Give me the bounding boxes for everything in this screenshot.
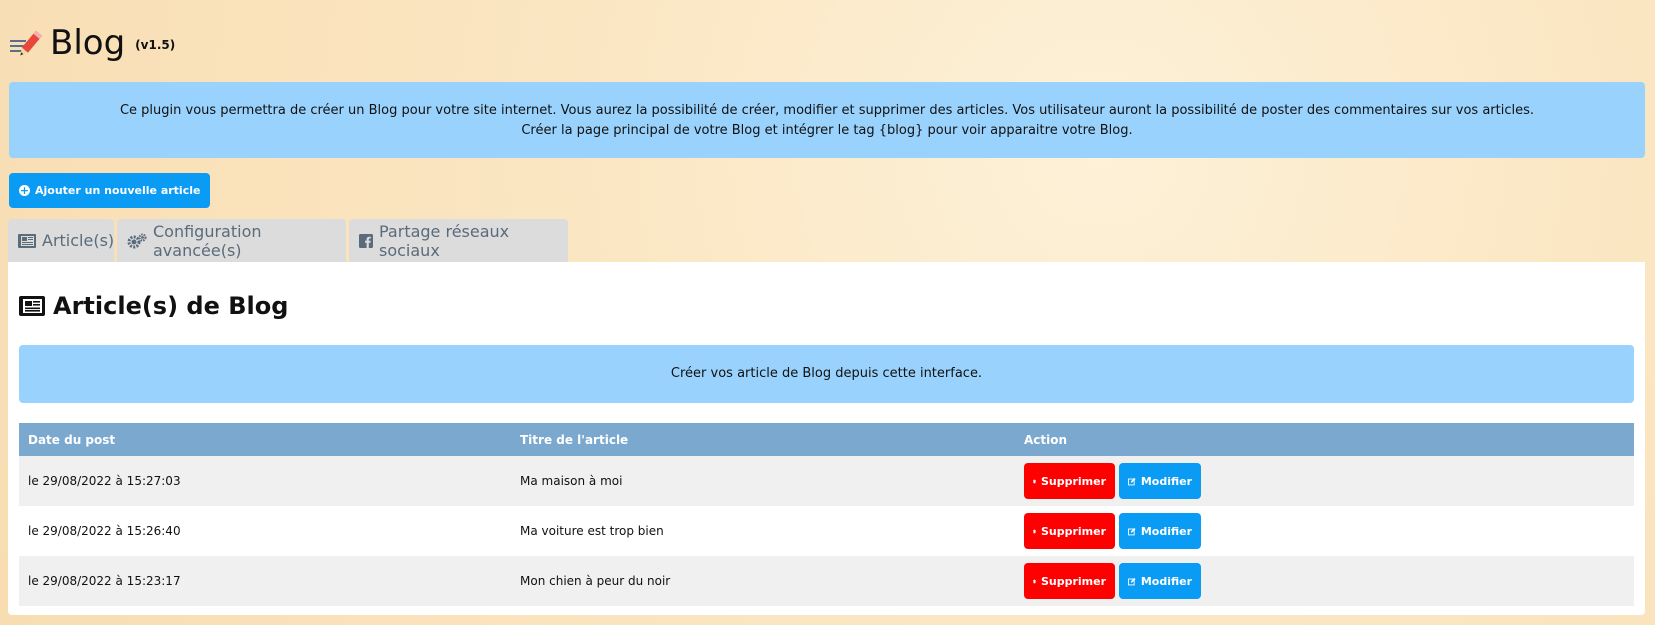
tab-bar: Article(s) Configuration avancée(s) Part… [8,219,568,262]
row-actions: Supprimer Modifier [1015,563,1634,599]
trash-icon [1033,479,1036,483]
delete-button[interactable]: Supprimer [1024,463,1115,499]
add-article-label: Ajouter un nouvelle article [35,184,201,197]
delete-label: Supprimer [1040,474,1106,488]
tab-advanced-config-label: Configuration avancée(s) [153,221,262,260]
delete-button[interactable]: Supprimer [1024,563,1115,599]
post-date: le 29/08/2022 à 15:23:17 [28,574,181,588]
post-date: le 29/08/2022 à 15:27:03 [28,474,181,488]
page-header: Blog (v1.5) [8,18,175,62]
delete-label: Supprimer [1040,524,1106,538]
newspaper-icon [19,296,45,316]
add-article-button[interactable]: + Ajouter un nouvelle article [9,173,211,208]
header-title: Titre de l'article [520,432,629,447]
edit-icon [1128,477,1136,485]
plugin-info-box: Ce plugin vous permettra de créer un Blo… [9,82,1645,158]
row-actions: Supprimer Modifier [1015,513,1634,549]
trash-icon [1033,529,1036,533]
table-header: Date du post Titre de l'article Action [19,423,1634,456]
articles-info-box: Créer vos article de Blog depuis cette i… [19,345,1634,403]
edit-label: Modifier [1140,574,1192,588]
cogs-icon [127,233,147,248]
table-row: le 29/08/2022 à 15:27:03 Ma maison à moi… [19,456,1634,506]
tab-social-share[interactable]: Partage réseaux sociaux [349,219,568,262]
edit-icon [1128,527,1136,535]
post-title: Mon chien à peur du noir [520,574,671,588]
version-label: (v1.5) [135,38,176,52]
edit-label: Modifier [1140,474,1192,488]
section-title: Article(s) de Blog [19,292,288,320]
articles-table: Date du post Titre de l'article Action l… [19,423,1634,606]
edit-icon [1128,577,1136,585]
facebook-icon [359,233,373,248]
trash-icon [1033,579,1036,583]
tab-articles-label: Article(s) [42,231,115,250]
plus-circle-icon: + [19,184,30,197]
tab-social-share-label: Partage réseaux sociaux [379,221,510,260]
edit-label: Modifier [1140,524,1192,538]
table-row: le 29/08/2022 à 15:23:17 Mon chien à peu… [19,556,1634,606]
tab-articles[interactable]: Article(s) [8,219,114,262]
tab-advanced-config[interactable]: Configuration avancée(s) [117,219,346,262]
edit-button[interactable]: Modifier [1119,513,1201,549]
page-title: Blog [50,23,126,63]
post-title: Ma voiture est trop bien [520,524,664,538]
header-action: Action [1024,432,1068,447]
newspaper-icon [18,233,36,248]
info-line-1: Ce plugin vous permettra de créer un Blo… [119,103,1535,118]
section-title-text: Article(s) de Blog [53,292,289,320]
post-date: le 29/08/2022 à 15:26:40 [28,524,181,538]
articles-panel: Article(s) de Blog Créer vos article de … [8,262,1645,615]
pencil-paper-icon [10,30,42,56]
row-actions: Supprimer Modifier [1015,463,1634,499]
header-date: Date du post [28,432,116,447]
post-title: Ma maison à moi [520,474,623,488]
edit-button[interactable]: Modifier [1119,463,1201,499]
info-line-2: Créer la page principal de votre Blog et… [521,123,1133,138]
edit-button[interactable]: Modifier [1119,563,1201,599]
table-row: le 29/08/2022 à 15:26:40 Ma voiture est … [19,506,1634,556]
delete-button[interactable]: Supprimer [1024,513,1115,549]
delete-label: Supprimer [1040,574,1106,588]
